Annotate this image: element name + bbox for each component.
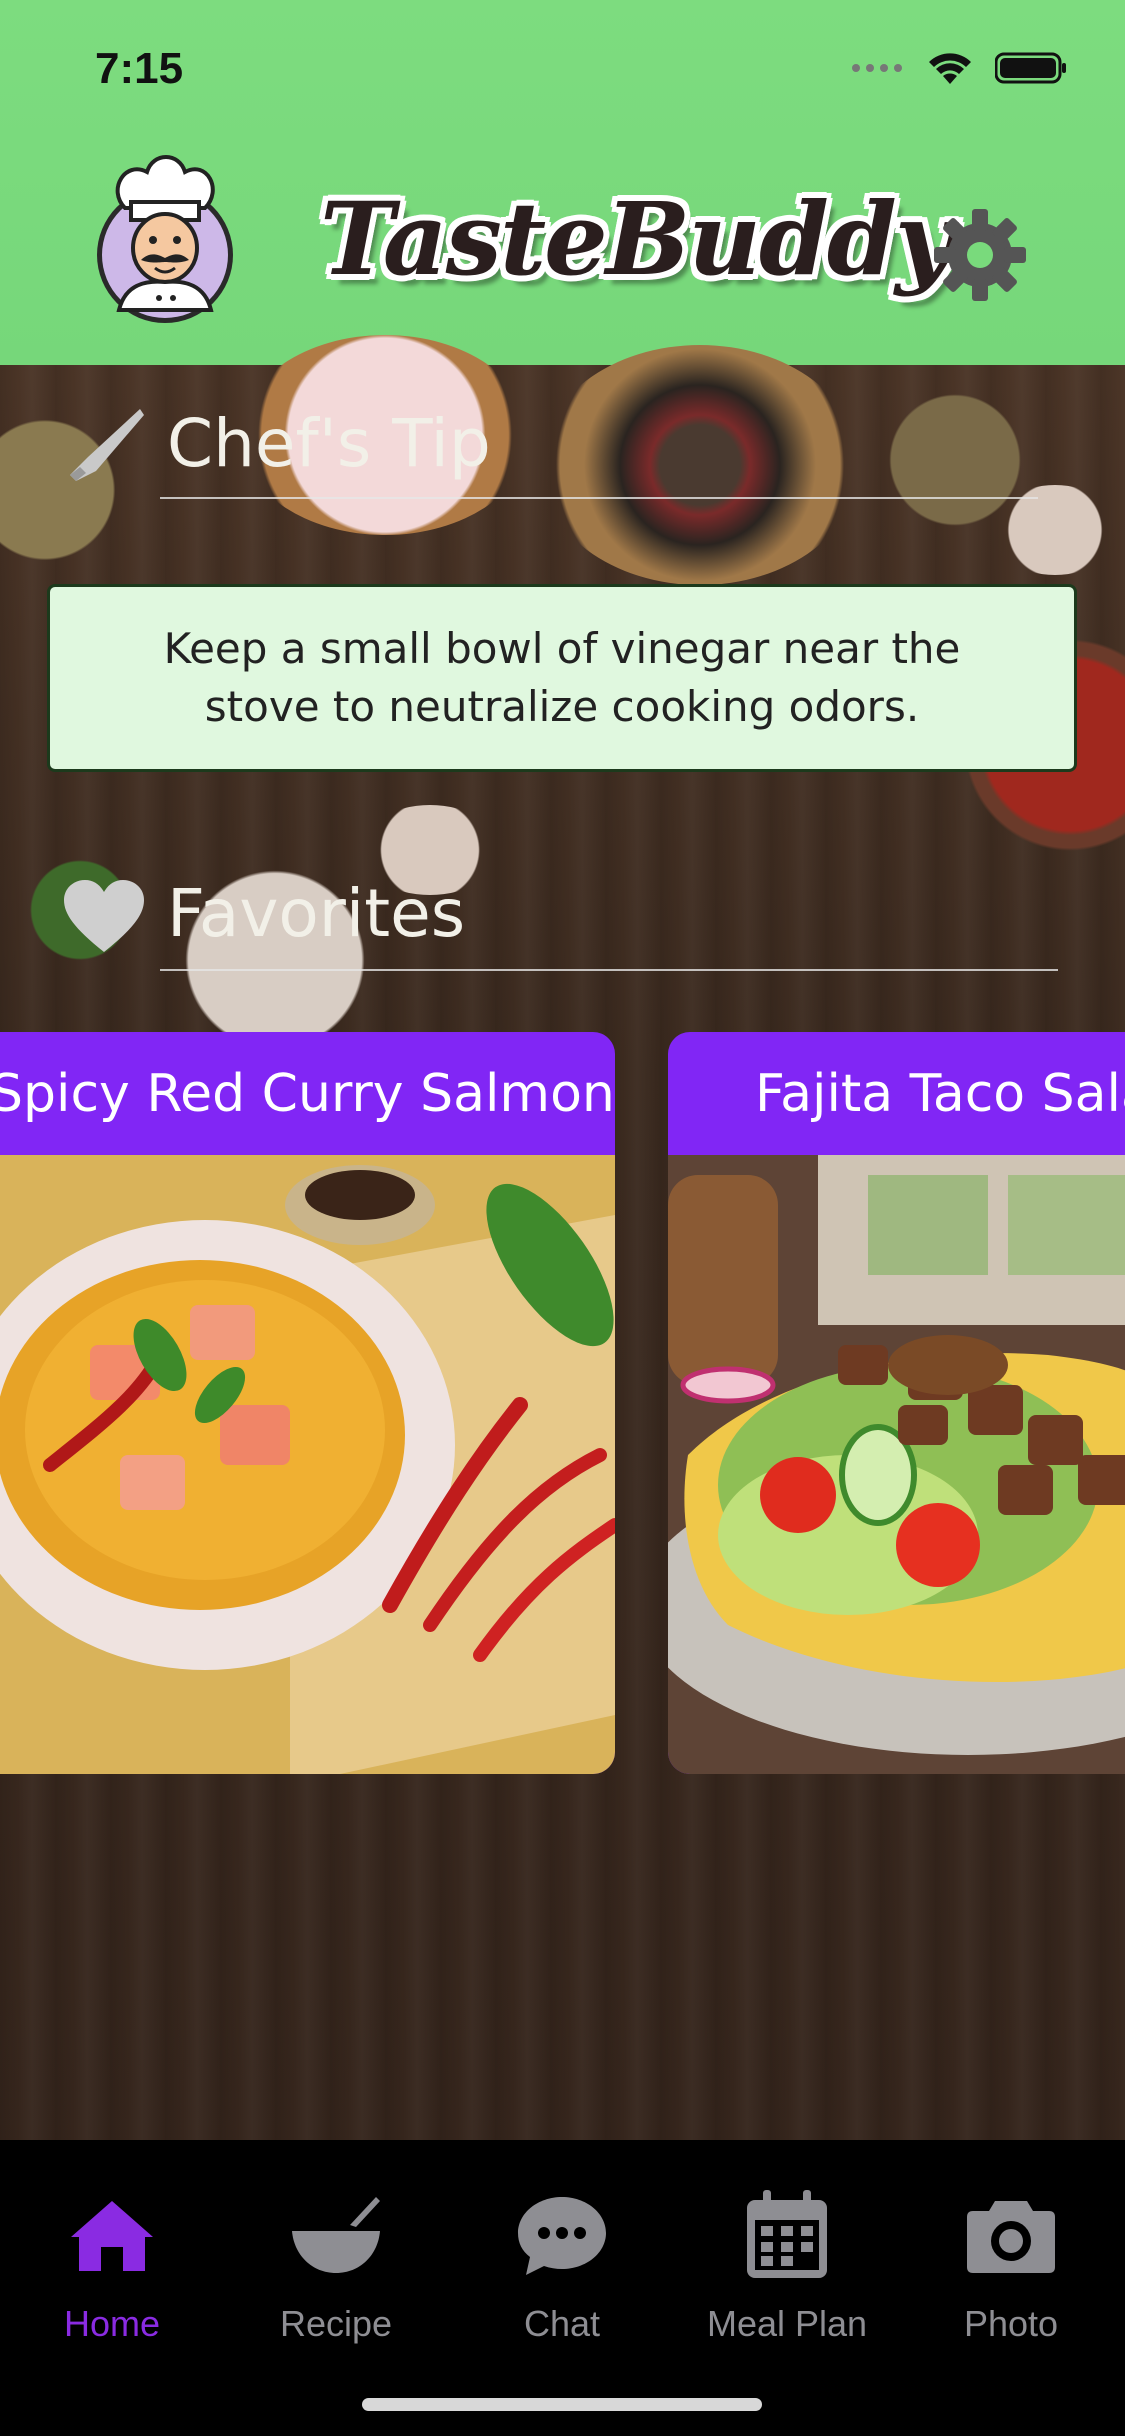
tab-chat-label: Chat bbox=[523, 2303, 601, 2344]
camera-icon bbox=[961, 2185, 1061, 2285]
favorites-heading: Favorites bbox=[167, 875, 466, 952]
tab-meal-plan-label: Meal Plan bbox=[706, 2303, 868, 2344]
chefs-tip-text: Keep a small bowl of vinegar near the st… bbox=[163, 624, 961, 731]
chefs-tip-card: Keep a small bowl of vinegar near the st… bbox=[47, 584, 1077, 772]
status-icons bbox=[851, 50, 1067, 86]
home-icon bbox=[62, 2185, 162, 2285]
favorite-recipe-title: Spicy Red Curry Salmon bbox=[0, 1063, 615, 1124]
battery-icon bbox=[995, 52, 1066, 84]
chefs-tip-divider bbox=[160, 497, 1038, 499]
tab-recipe[interactable]: Recipe bbox=[226, 2185, 446, 2345]
settings-button[interactable] bbox=[930, 205, 1030, 305]
status-time: 7:15 bbox=[95, 44, 184, 93]
bowl-icon bbox=[286, 2185, 386, 2285]
knife-icon bbox=[70, 409, 144, 481]
peppercorn-bowl-decoration bbox=[540, 345, 860, 585]
tab-home-label: Home bbox=[63, 2303, 161, 2344]
chat-bubble-icon bbox=[512, 2185, 612, 2285]
chef-avatar bbox=[95, 150, 235, 325]
app-header: 7:15 TasteBuddy bbox=[0, 0, 1125, 365]
gear-icon bbox=[934, 209, 1026, 301]
home-indicator[interactable] bbox=[362, 2398, 762, 2411]
favorite-recipe-image bbox=[0, 1155, 615, 1774]
favorites-divider bbox=[160, 969, 1058, 971]
tab-meal-plan[interactable]: Meal Plan bbox=[677, 2185, 897, 2345]
wifi-icon bbox=[929, 53, 971, 84]
favorite-recipe-image bbox=[668, 1155, 1125, 1774]
chefs-tip-heading: Chef's Tip bbox=[167, 405, 491, 482]
tab-photo-label: Photo bbox=[963, 2303, 1059, 2344]
tab-recipe-label: Recipe bbox=[279, 2303, 393, 2344]
tab-home[interactable]: Home bbox=[2, 2185, 222, 2345]
tab-chat[interactable]: Chat bbox=[452, 2185, 672, 2345]
tab-photo[interactable]: Photo bbox=[901, 2185, 1121, 2345]
favorite-recipe-card[interactable]: Spicy Red Curry Salmon bbox=[0, 1032, 615, 1774]
app-title: TasteBuddy bbox=[320, 180, 953, 298]
cellular-signal-icon bbox=[852, 64, 902, 72]
favorite-recipe-card[interactable]: Fajita Taco Salad bbox=[668, 1032, 1125, 1774]
calendar-icon bbox=[737, 2185, 837, 2285]
favorite-recipe-title: Fajita Taco Salad bbox=[755, 1063, 1125, 1124]
heart-icon bbox=[64, 880, 144, 952]
